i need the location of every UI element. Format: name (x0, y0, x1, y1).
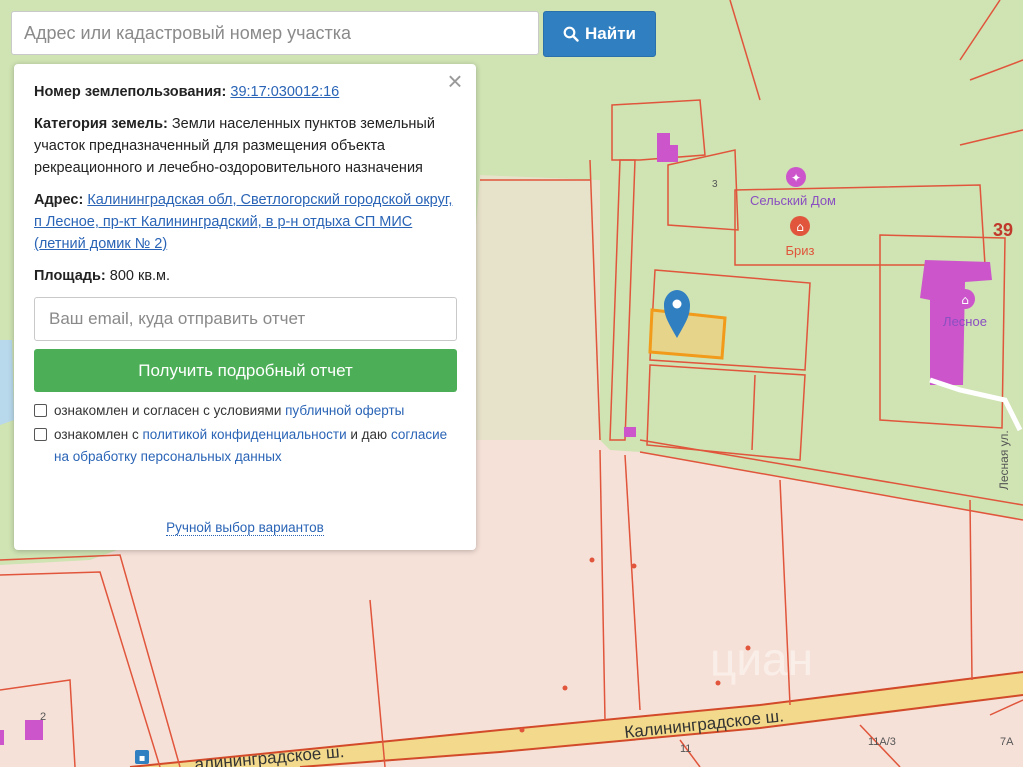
map-label-house-2: 2 (40, 711, 46, 723)
map-label-parcel-39: 39 (993, 220, 1013, 240)
address-label: Адрес: (34, 192, 84, 208)
search-button-label: Найти (585, 24, 636, 43)
consent-offer-text: ознакомлен и согласен с условиями (54, 403, 286, 418)
parcel-number-row: Номер землепользования: 39:17:030012:16 (34, 81, 456, 103)
area-label: Площадь: (34, 268, 106, 284)
watermark-logo: циан (710, 633, 813, 685)
consent-privacy-row: ознакомлен с политикой конфиденциальност… (34, 424, 456, 468)
parcel-number-link[interactable]: 39:17:030012:16 (230, 84, 339, 100)
close-icon[interactable]: × (444, 68, 466, 94)
manual-selection-wrap: Ручной выбор вариантов (14, 520, 476, 536)
map-label-house-7a: 7А (1000, 736, 1014, 748)
consent-privacy-and: и даю (346, 427, 391, 442)
consent-offer-checkbox[interactable] (34, 404, 47, 417)
land-category-row: Категория земель: Земли населенных пункт… (34, 113, 456, 179)
search-button[interactable]: Найти (543, 11, 656, 57)
search-input[interactable] (11, 11, 539, 55)
map-label-briz: Бриз (786, 243, 815, 258)
consent-offer-row: ознакомлен и согласен с условиями публич… (34, 400, 456, 422)
clearing-area (470, 175, 600, 440)
map-label-selskiy-dom: Сельский Дом (750, 193, 836, 208)
address-row: Адрес: Калининградская обл, Светлогорски… (34, 189, 456, 255)
map-label-house-3: 3 (712, 179, 718, 190)
svg-text:⌂: ⌂ (796, 220, 804, 234)
poi-briz-icon[interactable]: ⌂ (790, 216, 810, 236)
svg-text:⌂: ⌂ (961, 293, 969, 307)
map-label-house-11a3: 11А/3 (868, 736, 896, 748)
consent-privacy-text: ознакомлен с (54, 427, 143, 442)
manual-selection-link[interactable]: Ручной выбор вариантов (166, 520, 324, 536)
land-category-label: Категория земель: (34, 116, 168, 132)
parcel-info-popup: × Номер землепользования: 39:17:030012:1… (14, 64, 476, 550)
poi-lesnoe-icon[interactable]: ⌂ (955, 289, 975, 309)
address-link[interactable]: Калининградская обл, Светлогорский город… (34, 192, 452, 252)
consent-privacy-checkbox[interactable] (34, 428, 47, 441)
email-field[interactable] (34, 297, 457, 341)
map-label-lesnaya-ul: Лесная ул. (997, 430, 1011, 490)
area-row: Площадь: 800 кв.м. (34, 265, 456, 287)
water-area (0, 340, 14, 425)
svg-text:▪: ▪ (139, 753, 146, 764)
area-value: 800 кв.м. (109, 268, 171, 284)
map-label-lesnoe: Лесное (943, 314, 987, 329)
poi-selskiy-dom-icon[interactable]: ✦ (786, 167, 806, 187)
public-offer-link[interactable]: публичной оферты (285, 403, 404, 418)
get-report-button[interactable]: Получить подробный отчет (34, 349, 457, 392)
map-label-house-11: 11 (680, 743, 691, 755)
svg-text:✦: ✦ (791, 171, 801, 185)
search-icon (563, 26, 579, 42)
parcel-number-label: Номер землепользования: (34, 84, 227, 100)
privacy-policy-link[interactable]: политикой конфиденциальности (142, 427, 346, 442)
bus-stop-icon[interactable]: ▪ (135, 750, 149, 764)
